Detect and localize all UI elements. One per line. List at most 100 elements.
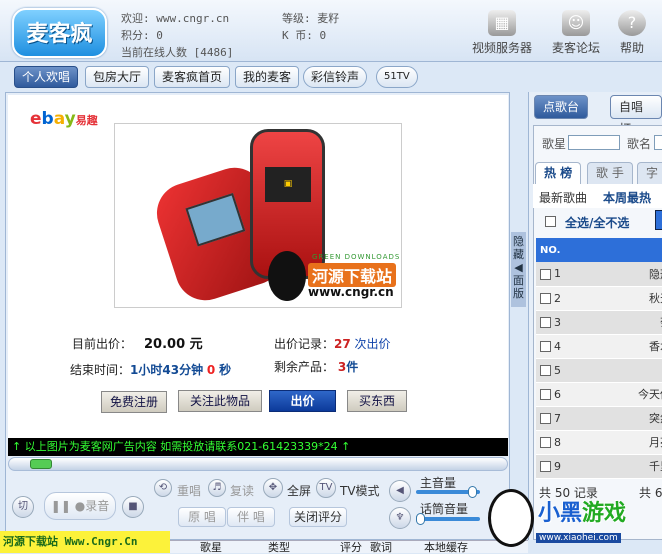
stop-button[interactable]: ■ — [122, 496, 144, 518]
song-title[interactable]: 求 — [570, 358, 662, 383]
record-button[interactable]: ❚❚ ●录音 — [44, 492, 116, 520]
tab-homepage[interactable]: 麦客疯首页 — [154, 66, 231, 88]
song-checkbox[interactable] — [540, 293, 551, 304]
song-row[interactable]: 3菊花 — [536, 310, 662, 335]
kcoin-text: K 币: 0 — [282, 29, 327, 42]
price-value: 20.00 元 — [144, 337, 203, 352]
ad-ticker: ↑ 以上图片为麦客网广告内容 如需投放请联系021-61423339*24 ↑ — [8, 438, 508, 456]
tab-hot-list[interactable]: 热 榜 — [535, 162, 582, 184]
song-checkbox[interactable] — [540, 389, 551, 400]
close-score-button[interactable]: 关闭评分 — [289, 507, 347, 527]
song-row[interactable]: 4香水有 — [536, 334, 662, 359]
watermark-logo: GREEN DOWNLOADS 河源下载站 www.cngr.cn — [240, 245, 420, 305]
song-row[interactable]: 9千里之 — [536, 454, 662, 479]
bid-button[interactable]: 出价 — [269, 390, 336, 412]
song-title[interactable]: 突然的 — [570, 406, 662, 431]
repeat-icon[interactable]: ⟲ — [154, 479, 172, 497]
song-title[interactable]: 香水有 — [570, 334, 662, 359]
song-checkbox[interactable] — [540, 365, 551, 376]
watch-item-button[interactable]: 关注此物品 — [178, 390, 262, 412]
song-no: 6 — [536, 382, 570, 407]
buy-button[interactable]: 买东西 — [347, 390, 407, 412]
main-volume-label: 主音量 — [420, 476, 457, 490]
online-count: 当前在线人数 [4486] — [121, 46, 234, 59]
singer-label: 歌星 — [542, 137, 567, 151]
singer-input[interactable] — [568, 135, 620, 150]
video-server-icon: ▦ — [488, 10, 516, 36]
song-checkbox[interactable] — [540, 268, 551, 280]
col-singer[interactable]: 歌星 — [200, 541, 222, 554]
accompaniment-button[interactable]: 伴 唱 — [227, 507, 275, 527]
speaker-icon[interactable]: ◀ — [389, 480, 411, 502]
song-title[interactable]: 今天你要 — [570, 382, 662, 407]
select-all-label[interactable]: 全选/全不选 — [565, 214, 629, 231]
song-checkbox[interactable] — [540, 437, 551, 448]
tv-mode-label[interactable]: TV模式 — [340, 482, 380, 499]
main-volume-slider[interactable] — [416, 486, 480, 498]
repeat-label[interactable]: 重唱 — [177, 482, 201, 499]
ad-area: ebay易趣 ▣ GREEN DOWNLOADS 河源下载站 www.cngr.cn… — [8, 95, 508, 438]
col-lyrics[interactable]: 歌词 — [370, 541, 392, 554]
tab-singer[interactable]: 歌 手 — [587, 162, 633, 184]
level-text: 等级: 麦籽 — [282, 12, 340, 25]
original-vocal-button[interactable]: 原 唱 — [178, 507, 226, 527]
song-checkbox[interactable] — [540, 461, 551, 472]
song-row[interactable]: 8月亮之 — [536, 430, 662, 455]
song-row[interactable]: 2秋天不 — [536, 286, 662, 311]
tab-51tv[interactable]: 51TV — [376, 66, 418, 88]
song-title[interactable]: 菊花 — [570, 310, 662, 335]
stop-icon: ■ — [128, 501, 138, 512]
col-song: 歌曲 — [570, 238, 662, 262]
song-title[interactable]: 千里之 — [570, 454, 662, 479]
song-title[interactable]: 秋天不 — [570, 286, 662, 311]
tab-my-maike[interactable]: 我的麦客 — [235, 66, 300, 88]
song-checkbox[interactable] — [540, 341, 551, 352]
mic-volume-slider[interactable] — [416, 513, 480, 525]
song-row[interactable]: 1隐形的 — [536, 262, 662, 287]
tab-personal-sing[interactable]: 个人欢唱 — [14, 66, 79, 88]
song-table: NO.歌曲 1隐形的2秋天不3菊花4香水有5求6今天你要7突然的8月亮之9千里之 — [536, 238, 662, 479]
col-score[interactable]: 评分 — [340, 541, 362, 554]
select-all-checkbox[interactable] — [545, 216, 556, 227]
song-no: 2 — [536, 286, 570, 311]
song-name-input[interactable] — [654, 135, 662, 150]
record-icon: ● — [74, 499, 86, 513]
newest-songs-link[interactable]: 最新歌曲 — [539, 189, 587, 206]
help-button[interactable]: ? 帮助 — [614, 10, 650, 56]
col-cache[interactable]: 本地缓存 — [424, 541, 468, 554]
reread-label[interactable]: 复读 — [230, 482, 254, 499]
cut-button[interactable]: 切 — [12, 496, 34, 518]
fullscreen-icon[interactable]: ✥ — [263, 478, 283, 498]
song-no: 5 — [536, 358, 570, 383]
main-volume-thumb[interactable] — [468, 486, 478, 498]
tab-self-sing[interactable]: 自唱打 — [610, 95, 662, 136]
col-type[interactable]: 类型 — [268, 541, 290, 554]
bids-label: 出价记录：27 次出价 — [274, 337, 391, 351]
tab-song-select[interactable]: 点歌台 — [534, 95, 589, 119]
panda-watermark: 小黑游戏 www.xiaohei.com — [488, 485, 662, 553]
weekly-hot-link[interactable]: 本周最热 — [603, 189, 651, 206]
progress-handle[interactable] — [29, 459, 52, 469]
microphone-icon[interactable]: ♆ — [389, 507, 411, 529]
tv-icon[interactable]: TV — [316, 478, 336, 498]
register-button[interactable]: 免费注册 — [101, 391, 167, 413]
hide-panel-toggle[interactable]: 隐藏◀面版 — [511, 232, 526, 307]
tab-letter[interactable]: 字 — [637, 162, 662, 184]
fullscreen-label[interactable]: 全屏 — [287, 482, 311, 499]
song-row[interactable]: 5求 — [536, 358, 662, 383]
mic-volume-label: 话筒音量 — [420, 502, 469, 516]
song-row[interactable]: 7突然的 — [536, 406, 662, 431]
song-checkbox[interactable] — [540, 317, 551, 328]
video-server-button[interactable]: ▦ 视频服务器 — [470, 10, 534, 56]
song-title[interactable]: 隐形的 — [570, 262, 662, 287]
song-title[interactable]: 月亮之 — [570, 430, 662, 455]
forum-button[interactable]: ☺ 麦客论坛 — [548, 10, 604, 56]
song-no: 4 — [536, 334, 570, 359]
reread-icon[interactable]: ♬ — [208, 479, 226, 497]
song-row[interactable]: 6今天你要 — [536, 382, 662, 407]
tab-room-hall[interactable]: 包房大厅 — [85, 66, 150, 88]
mic-volume-thumb[interactable] — [416, 513, 425, 525]
playback-progress[interactable] — [8, 457, 508, 471]
tab-ringtones[interactable]: 彩信铃声 — [303, 66, 368, 88]
song-checkbox[interactable] — [540, 413, 551, 424]
